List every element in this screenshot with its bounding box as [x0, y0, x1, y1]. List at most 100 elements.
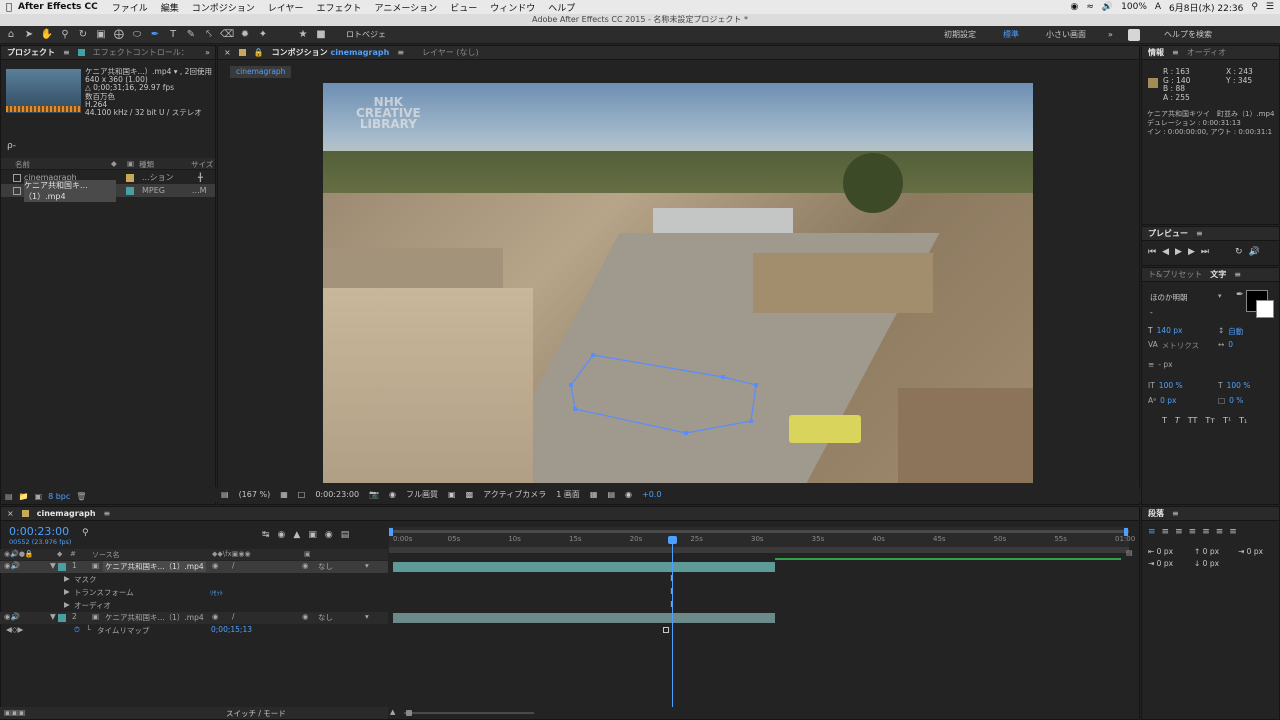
info-tab-menu-icon[interactable]: ≡ [1172, 48, 1179, 57]
pickwhip-icon[interactable]: ◉ [302, 612, 309, 621]
view-layout-dropdown[interactable]: 1 画面 [556, 489, 580, 500]
parent-col-icon[interactable]: ▣ [304, 550, 311, 558]
switches-col-icons[interactable]: ◆◆\fx▣◉◉ [212, 550, 251, 558]
quality-switch-icon[interactable]: / [232, 561, 235, 570]
zoom-out-icon[interactable]: ▲ [390, 708, 395, 716]
menu-edit[interactable]: 編集 [161, 1, 179, 14]
brush-tool-icon[interactable]: ✎ [184, 28, 198, 42]
small-caps-icon[interactable]: Tт [1205, 416, 1215, 425]
puppet-tool-icon[interactable]: ✦ [256, 28, 270, 42]
space-after-value[interactable]: 0 px [1203, 559, 1219, 568]
draft-3d-icon[interactable]: ◉ [278, 530, 286, 540]
menu-composition[interactable]: コンポジション [192, 1, 255, 14]
volume-icon[interactable]: 🔊 [1102, 2, 1113, 12]
keyframe-navigator-icon[interactable]: ◀◇▶ [6, 625, 23, 634]
tab-info[interactable]: 情報 [1148, 47, 1164, 58]
apple-menu-icon[interactable]:  [0, 2, 18, 13]
shy-layers-icon[interactable]: ▲ [293, 530, 300, 540]
time-navigator-bar[interactable] [389, 530, 1129, 533]
space-before-value[interactable]: 0 px [1203, 547, 1219, 556]
checkbox-icon[interactable]: ■ [314, 28, 328, 42]
indent-left-value[interactable]: 0 px [1157, 547, 1173, 556]
layer-1-duration-bar[interactable] [393, 562, 776, 572]
record-icon[interactable]: ◉ [1071, 2, 1079, 12]
menu-layer[interactable]: レイヤー [268, 1, 304, 14]
tab-project[interactable]: プロジェクト [7, 47, 55, 58]
visibility-icon[interactable]: ◉🔊 [4, 612, 20, 621]
dropdown-arrow-icon[interactable]: ▾ [365, 561, 369, 570]
graph-editor-icon[interactable]: ▤ [341, 530, 350, 540]
all-caps-icon[interactable]: TT [1188, 416, 1198, 425]
shy-switch-icon[interactable]: ◉ [212, 561, 219, 570]
audio-group-row[interactable]: ▶ オーディオ [0, 600, 388, 612]
fast-previews-icon[interactable]: ▤ [607, 490, 615, 499]
horizontal-scale-value[interactable]: 100 % [1227, 381, 1251, 390]
roi-icon[interactable]: ▣ [448, 490, 456, 499]
tab-effect-controls[interactable]: エフェクトコントロール： [93, 47, 189, 58]
project-search-input[interactable]: ρ- [7, 141, 16, 151]
menu-view[interactable]: ビュー [450, 1, 477, 14]
stroke-width-value[interactable]: - px [1158, 360, 1172, 369]
dropdown-arrow-icon[interactable]: ▾ [365, 612, 369, 621]
switches-modes-toggle[interactable]: スイッチ / モード [226, 708, 286, 719]
tsume-value[interactable]: 0 % [1229, 396, 1243, 405]
composition-mini-flowchart-icon[interactable]: ↹ [262, 530, 270, 540]
parent-dropdown[interactable]: なし [318, 561, 333, 572]
composition-viewer[interactable]: NHK CREATIVE LIBRARY [323, 83, 1033, 483]
always-preview-icon[interactable]: ▤ [221, 490, 229, 499]
justify-center-icon[interactable]: ≡ [1202, 527, 1210, 537]
tab-audio[interactable]: オーディオ [1187, 47, 1226, 58]
visibility-icon[interactable]: ◉🔊 [4, 561, 20, 570]
close-tab-icon[interactable]: × [224, 48, 231, 57]
project-tab-menu-icon[interactable]: ≡ [63, 48, 70, 57]
motion-blur-icon[interactable]: ◉ [325, 530, 333, 540]
dropdown-arrow-icon[interactable]: ▾ [1218, 292, 1222, 300]
transparency-grid-icon[interactable]: ▩ [466, 490, 474, 499]
prev-frame-icon[interactable]: ◀ [1162, 247, 1169, 257]
clock[interactable]: 6月8日(水) 22:36 [1169, 1, 1243, 14]
col-type[interactable]: 種類 [139, 159, 154, 170]
font-family-dropdown[interactable]: ほのか明朝 [1150, 292, 1228, 303]
pixel-aspect-icon[interactable]: ▦ [590, 490, 598, 499]
timeremap-keyframe[interactable] [663, 627, 669, 633]
tab-effects-presets[interactable]: ト&プリセット [1148, 269, 1202, 280]
pan-behind-tool-icon[interactable]: ⨁ [112, 28, 126, 42]
workspace-overflow-icon[interactable]: » [1108, 30, 1113, 39]
col-name[interactable]: 名前 [15, 159, 30, 170]
trash-icon[interactable]: 🗑 [76, 492, 86, 501]
footer-toggle-icons[interactable]: ▣▣▣ [4, 708, 25, 717]
audio-toggle-icon[interactable]: 🔊 [1249, 247, 1260, 257]
timeremap-row[interactable]: ◀◇▶ ⏱ └ タイムリマップ 0;00;15;13 [0, 625, 388, 637]
parent-dropdown[interactable]: なし [318, 612, 333, 623]
number-col-icon[interactable]: # [70, 550, 76, 558]
paragraph-title[interactable]: 段落 [1148, 508, 1164, 519]
playhead-handle[interactable] [668, 536, 678, 544]
timeremap-value[interactable]: 0;00;15;13 [211, 625, 252, 634]
magnification-dropdown[interactable]: (167 %) [239, 490, 271, 499]
exposure-value[interactable]: +0.0 [642, 490, 661, 499]
kerning-value[interactable]: メトリクス [1162, 340, 1199, 351]
tab-layer[interactable]: レイヤー (なし) [422, 47, 479, 58]
first-line-indent-value[interactable]: 0 px [1157, 559, 1173, 568]
indent-right-value[interactable]: 0 px [1247, 547, 1263, 556]
wifi-icon[interactable]: ≈ [1086, 2, 1094, 12]
snapshot-icon[interactable]: 📷 [369, 490, 379, 499]
stroke-color-swatch[interactable] [1256, 300, 1274, 318]
col-size[interactable]: サイズ [191, 159, 213, 170]
interpret-footage-icon[interactable]: ▤ [5, 492, 13, 501]
superscript-icon[interactable]: T¹ [1223, 416, 1231, 425]
help-search-input[interactable]: ヘルプを検索 [1164, 29, 1212, 40]
tab-character[interactable]: 文字 [1210, 269, 1226, 280]
transform-reset-link[interactable]: ﾘｾｯﾄ [210, 587, 223, 597]
faux-bold-icon[interactable]: T [1162, 416, 1167, 425]
layer-label-color[interactable] [58, 614, 66, 622]
baseline-shift-value[interactable]: 0 px [1160, 396, 1176, 405]
first-frame-icon[interactable]: ⏮ [1148, 247, 1156, 257]
battery-label[interactable]: 100% [1121, 2, 1147, 12]
align-center-icon[interactable]: ≡ [1162, 527, 1170, 537]
tab-timeline[interactable]: cinemagraph [37, 509, 96, 518]
current-time-display[interactable]: 0:00:23:00 [9, 525, 69, 538]
timecode-display[interactable]: 0:00:23:00 [315, 490, 359, 499]
comp-tab-menu-icon[interactable]: ≡ [397, 48, 404, 57]
eraser-tool-icon[interactable]: ⌫ [220, 28, 234, 42]
